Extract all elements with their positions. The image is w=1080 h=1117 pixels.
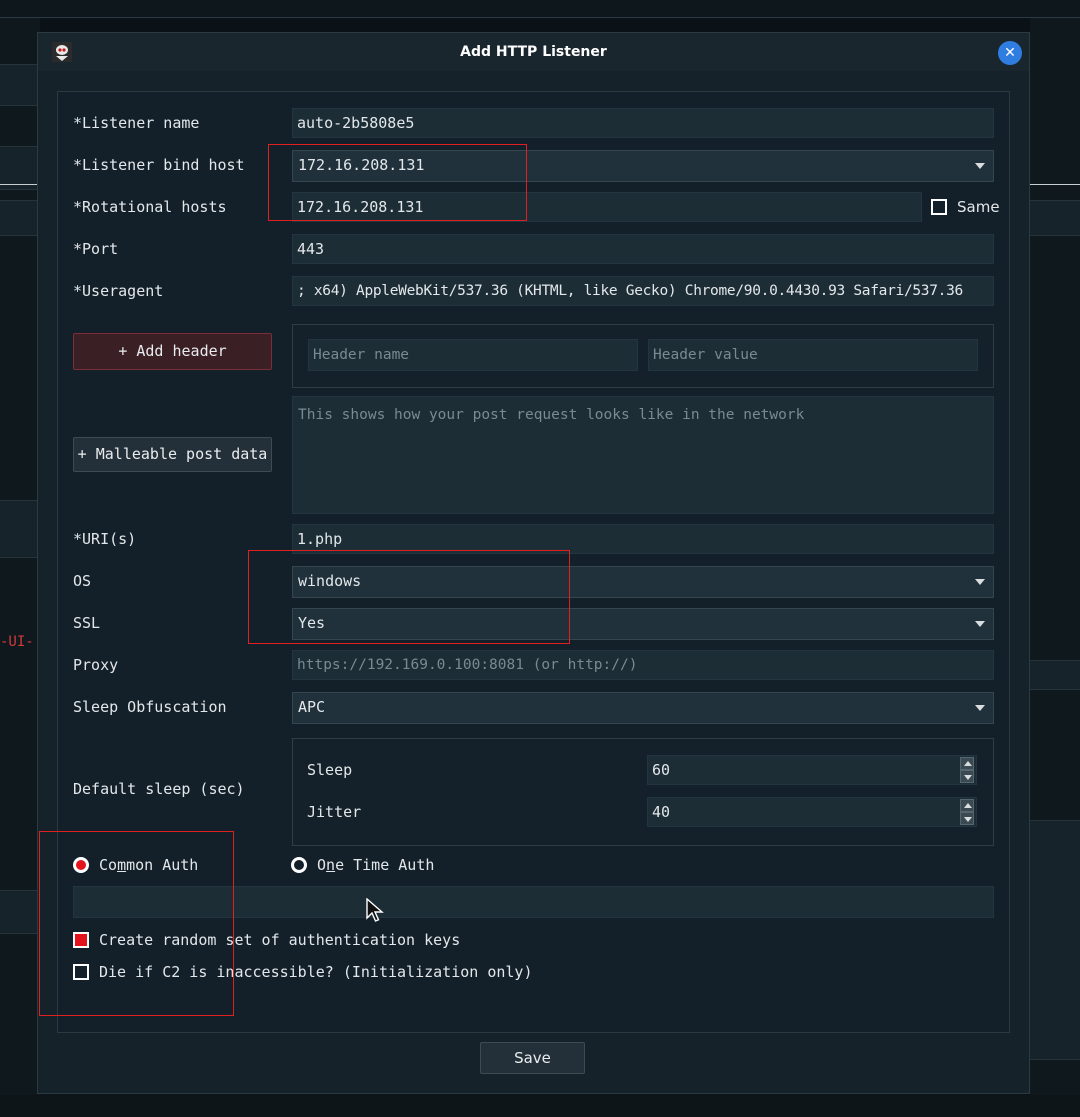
bind-host-label: *Listener bind host xyxy=(73,156,245,174)
background-strip xyxy=(0,64,40,106)
sleep-up-icon[interactable] xyxy=(960,757,974,770)
background-strip xyxy=(1030,820,1080,1060)
jitter-down-icon[interactable] xyxy=(960,812,974,825)
background-strip xyxy=(1030,200,1080,236)
proxy-input[interactable]: https://192.169.0.100:8081 (or http://) xyxy=(292,650,994,680)
background-strip xyxy=(1030,660,1080,690)
listener-name-label: *Listener name xyxy=(73,114,200,132)
background-divider xyxy=(1030,184,1080,185)
header-box: Header name Header value xyxy=(292,324,994,388)
annotation-box-os-ssl xyxy=(248,550,570,644)
jitter-spinbox[interactable]: 40 xyxy=(647,797,977,827)
os-label: OS xyxy=(73,572,92,590)
chevron-down-icon xyxy=(975,705,985,711)
add-header-button[interactable]: + Add header xyxy=(73,333,272,370)
background-strip xyxy=(0,890,40,934)
close-icon[interactable]: ✕ xyxy=(998,41,1022,65)
port-input[interactable]: 443 xyxy=(292,234,994,264)
chevron-down-icon xyxy=(975,163,985,169)
background-top-bar xyxy=(0,0,1080,18)
same-checkbox[interactable] xyxy=(931,199,947,215)
annotation-box-auth xyxy=(39,831,234,1016)
background-strip xyxy=(0,500,40,558)
sleep-box: Sleep 60 Jitter 40 xyxy=(292,738,994,846)
jitter-up-icon[interactable] xyxy=(960,799,974,812)
sleep-value: 60 xyxy=(652,761,671,779)
background-ui-text: -UI- xyxy=(0,634,34,650)
chevron-down-icon xyxy=(975,579,985,585)
sleep-spinbox[interactable]: 60 xyxy=(647,755,977,785)
jitter-label: Jitter xyxy=(307,803,362,821)
malleable-post-data-button[interactable]: + Malleable post data xyxy=(73,437,272,472)
background-divider xyxy=(0,184,40,185)
sleep-down-icon[interactable] xyxy=(960,770,974,783)
rotational-hosts-label: *Rotational hosts xyxy=(73,198,227,216)
default-sleep-label: Default sleep (sec) xyxy=(73,780,245,798)
mouse-cursor-icon xyxy=(366,897,384,924)
jitter-value: 40 xyxy=(652,803,671,821)
same-label: Same xyxy=(957,198,1000,216)
sleep-obfuscation-value: APC xyxy=(298,698,326,716)
useragent-input[interactable]: ; x64) AppleWebKit/537.36 (KHTML, like G… xyxy=(292,276,994,306)
background-strip xyxy=(0,200,40,236)
header-name-input[interactable]: Header name xyxy=(308,339,638,371)
save-button[interactable]: Save xyxy=(480,1042,585,1074)
sleep-obfuscation-label: Sleep Obfuscation xyxy=(73,698,227,716)
background-bottom-bar xyxy=(0,1095,1080,1117)
annotation-box-hosts xyxy=(268,144,527,221)
dialog-title: Add HTTP Listener xyxy=(460,44,607,60)
proxy-label: Proxy xyxy=(73,656,119,674)
uris-label: *URI(s) xyxy=(73,530,137,548)
port-label: *Port xyxy=(73,240,119,258)
malleable-post-data-textarea[interactable]: This shows how your post request looks l… xyxy=(292,396,994,514)
useragent-label: *Useragent xyxy=(73,282,164,300)
sleep-label: Sleep xyxy=(307,761,353,779)
one-time-auth-label: One Time Auth xyxy=(317,856,435,874)
dialog-titlebar[interactable]: Add HTTP Listener ✕ xyxy=(38,33,1029,71)
listener-name-input[interactable]: auto-2b5808e5 xyxy=(292,108,994,138)
chevron-down-icon xyxy=(975,621,985,627)
ssl-label: SSL xyxy=(73,614,101,632)
header-value-input[interactable]: Header value xyxy=(648,339,978,371)
sleep-obfuscation-select[interactable]: APC xyxy=(292,692,994,724)
one-time-auth-radio[interactable] xyxy=(291,857,307,873)
